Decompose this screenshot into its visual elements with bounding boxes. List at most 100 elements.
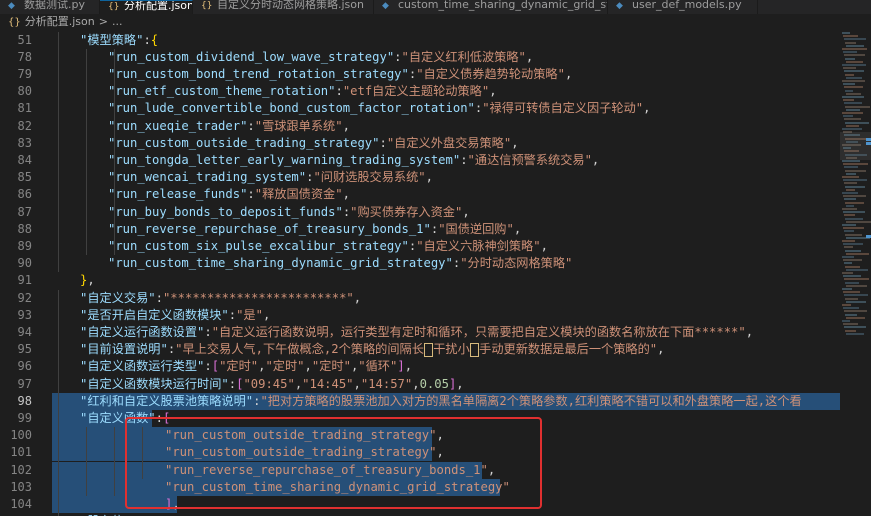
code-token: , xyxy=(513,221,522,236)
code-token: "自定义运行函数说明，运行类型有定时和循环，只需要把自定义模块的函数名称放在下面… xyxy=(211,324,746,339)
code-line[interactable]: 94 "自定义运行函数设置":"自定义运行函数说明，运行类型有定时和循环，只需要把… xyxy=(0,324,840,341)
code-line[interactable]: 51 "模型策略":{ xyxy=(0,32,840,49)
code-line[interactable]: 88 "run_reverse_repurchase_of_treasury_bo… xyxy=(0,221,840,238)
code-token: "通达信预警系统交易" xyxy=(467,152,592,167)
code-line[interactable]: 86 "run_release_funds":"释放国债资金", xyxy=(0,186,840,203)
line-number: 89 xyxy=(17,238,32,253)
tab-3[interactable]: ◆ custom_time_sharing_dynamic_grid_strate… xyxy=(374,0,608,14)
minimap-line xyxy=(845,121,869,124)
code-text: "run_reverse_repurchase_of_treasury_bond… xyxy=(108,221,521,238)
code-token: [ xyxy=(211,359,220,374)
code-line[interactable]: 80 "run_etf_custom_theme_rotation":"etf自定… xyxy=(0,83,840,100)
code-line[interactable]: 85 "run_wencai_trading_system":"问财选股交易系统"… xyxy=(0,169,840,186)
code-token: "run_custom_outside_trading_strategy" xyxy=(108,135,380,150)
minimap-line xyxy=(842,320,850,322)
code-line[interactable]: 93 "是否开启自定义函数模块":"是", xyxy=(0,307,840,324)
minimap-line xyxy=(843,35,858,38)
minimap-line xyxy=(844,310,867,313)
line-number: 78 xyxy=(17,49,32,64)
minimap-line xyxy=(844,294,868,297)
code-line[interactable]: 78 "run_custom_dividend_low_wave_strategy… xyxy=(0,49,840,66)
minimap-line xyxy=(844,326,866,329)
code-token: : xyxy=(155,290,163,305)
code-token: , xyxy=(404,359,413,374)
code-token: , xyxy=(591,152,600,167)
code-token: "雪球跟单系统" xyxy=(254,118,343,133)
code-line[interactable]: 84 "run_tongda_letter_early_warning_tradi… xyxy=(0,152,840,169)
code-line[interactable]: 95 "目前设置说明":"早上交易人气,下午做概念,2个策略的间隔长 干扰小 手动… xyxy=(0,341,840,358)
code-token: : xyxy=(247,118,255,133)
code-line[interactable]: 87 "run_buy_bonds_to_deposit_funds":"购买债券… xyxy=(0,204,840,221)
code-token: , xyxy=(87,273,95,288)
tab-4[interactable]: ◆ user_def_models.py xyxy=(608,0,758,14)
code-text: "自定义交易":"************************", xyxy=(80,290,361,307)
annotation-box xyxy=(125,416,542,509)
code-token: "自定义交易" xyxy=(80,290,156,305)
code-line[interactable]: 98 "红利和自定义股票池策略说明":"把对方策略的股票池加入对方的黑名单隔离2个… xyxy=(0,393,840,410)
line-number: 51 xyxy=(17,32,32,47)
breadcrumb-ellipsis[interactable]: ... xyxy=(112,15,123,28)
minimap-line xyxy=(845,249,861,252)
code-line[interactable]: 79 "run_custom_bond_trend_rotation_strate… xyxy=(0,66,840,83)
tab-label: user_def_models.py xyxy=(632,0,742,11)
minimap-line xyxy=(846,220,871,223)
code-line[interactable]: 83 "run_custom_outside_trading_strategy":… xyxy=(0,135,840,152)
code-token: "run_custom_time_sharing_dynamic_grid_st… xyxy=(108,256,453,271)
code-line[interactable]: 89 "run_custom_six_pulse_excalibur_strate… xyxy=(0,238,840,255)
line-number: 85 xyxy=(17,170,32,185)
breadcrumb[interactable]: {} 分析配置.json >... xyxy=(0,14,871,30)
code-line[interactable]: 96 "自定义函数运行类型":["定时","定时","定时","循环"], xyxy=(0,358,840,375)
tab-0[interactable]: ◆ 数据测试.py xyxy=(0,0,100,14)
breadcrumb-file[interactable]: 分析配置.json xyxy=(25,15,95,28)
code-token: "run_buy_bonds_to_deposit_funds" xyxy=(108,204,343,219)
code-line[interactable]: 82 "run_xueqie_trader":"雪球跟单系统", xyxy=(0,118,840,135)
minimap-line xyxy=(845,265,860,268)
code-text: "目前设置说明":"早上交易人气,下午做概念,2个策略的间隔长 干扰小 手动更新… xyxy=(80,341,664,358)
code-token: "run_custom_dividend_low_wave_strategy" xyxy=(108,49,395,64)
code-token: "定时" xyxy=(219,359,259,374)
minimap-line xyxy=(843,259,862,262)
tab-1[interactable]: {} 分析配置.json xyxy=(100,0,193,14)
line-number: 103 xyxy=(10,479,32,494)
code-token: , xyxy=(342,118,350,133)
minimap-line xyxy=(846,332,864,335)
minimap-slider[interactable] xyxy=(840,132,871,160)
code-line[interactable]: 90 "run_custom_time_sharing_dynamic_grid_… xyxy=(0,255,840,272)
code-token: , xyxy=(304,359,312,374)
code-token: , xyxy=(456,376,464,391)
code-token: "国债逆回购" xyxy=(438,221,514,236)
code-line[interactable]: 97 "自定义函数模块运行时间":["09:45","14:45","14:57"… xyxy=(0,376,840,393)
scrollbar-marker xyxy=(866,235,871,238)
minimap-line xyxy=(843,195,866,198)
python-icon: ◆ xyxy=(616,1,623,11)
code-token: "定时" xyxy=(311,359,351,374)
code-token: ] xyxy=(397,359,405,374)
code-text: }, xyxy=(80,272,95,289)
code-line[interactable]: 92 "自定义交易":"************************", xyxy=(0,290,840,307)
minimap-line xyxy=(843,211,865,214)
minimap-line xyxy=(842,192,858,194)
tab-2[interactable]: {} 自定义分时动态网格策略.json xyxy=(193,0,374,14)
minimap[interactable] xyxy=(840,30,871,516)
code-token: "run_wencai_trading_system" xyxy=(108,170,307,185)
code-token: "run_reverse_repurchase_of_treasury_bond… xyxy=(108,221,431,236)
line-number: 99 xyxy=(17,410,32,425)
line-number: 92 xyxy=(17,290,32,305)
code-text: "模型策略":{ xyxy=(80,32,158,49)
minimap-line xyxy=(843,163,868,166)
code-token: { xyxy=(150,32,159,47)
minimap-line xyxy=(844,214,855,217)
line-number: 88 xyxy=(17,221,32,236)
code-token: "禄得可转债自定义因子轮动" xyxy=(482,101,644,116)
minimap-line xyxy=(842,64,866,66)
code-editor[interactable]: 51 "模型策略":{ 78 "run_custom_dividend_low_wav… xyxy=(0,30,840,516)
minimap-line xyxy=(845,297,858,300)
line-number: 79 xyxy=(17,66,32,81)
line-number: 83 xyxy=(17,135,32,150)
code-line[interactable]: 81 "run_lude_convertible_bond_custom_fact… xyxy=(0,100,840,117)
code-token: , xyxy=(425,170,433,185)
code-text: "自定义函数模块运行时间":["09:45","14:45","14:57",0… xyxy=(80,376,464,393)
code-line[interactable]: 91}, xyxy=(0,272,840,289)
code-token: "自定义红利低波策略" xyxy=(401,49,526,64)
minimap-line xyxy=(846,172,856,175)
